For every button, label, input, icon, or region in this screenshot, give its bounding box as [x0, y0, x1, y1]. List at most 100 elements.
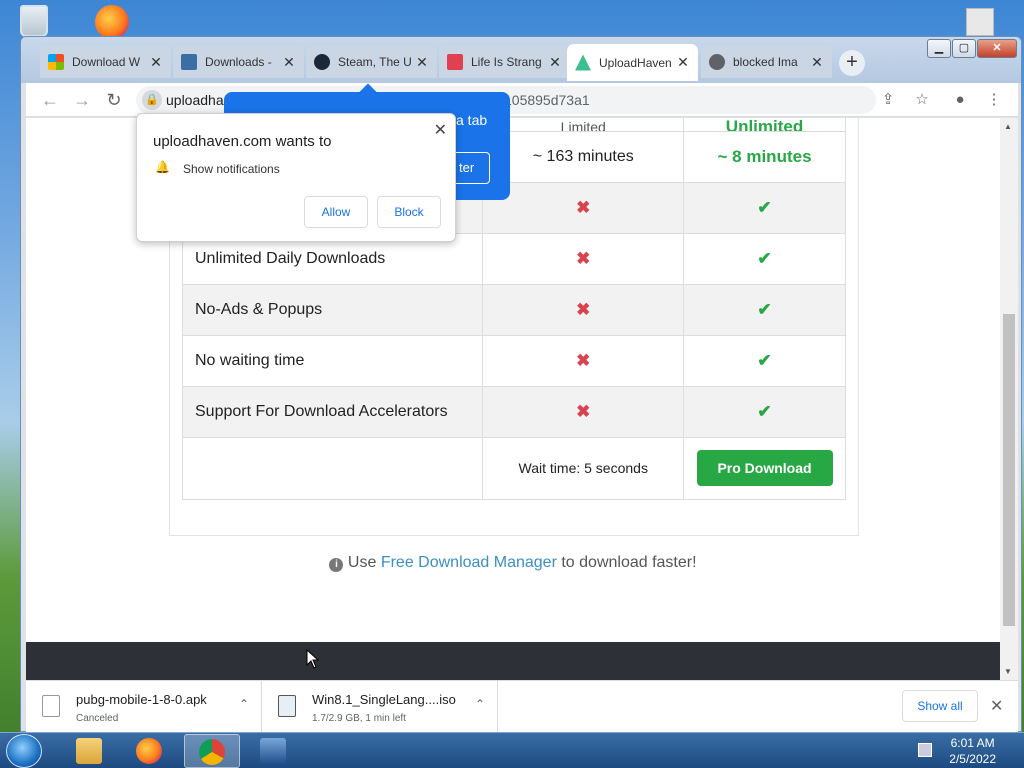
- back-icon[interactable]: ←: [38, 88, 62, 112]
- tab-close-icon[interactable]: ✕: [149, 54, 163, 71]
- tab-blocked-images[interactable]: blocked Ima ✕: [701, 46, 832, 78]
- free-download-manager-link[interactable]: Free Download Manager: [381, 554, 557, 571]
- download-item[interactable]: Win8.1_SingleLang....iso 1.7/2.9 GB, 1 m…: [262, 681, 498, 733]
- lock-icon[interactable]: 🔒: [142, 90, 162, 110]
- cross-icon: ✖: [482, 283, 685, 336]
- chevron-up-icon[interactable]: ⌃: [475, 697, 485, 711]
- pro-header-partial: Unlimited: [683, 118, 846, 132]
- chevron-up-icon[interactable]: ⌃: [239, 697, 249, 711]
- check-icon: ✔: [683, 283, 846, 336]
- page-footer: [26, 642, 1000, 680]
- taskbar-explorer[interactable]: [62, 734, 118, 768]
- clock-date: 2/5/2022: [949, 752, 996, 766]
- desktop-file-icon[interactable]: [966, 8, 994, 36]
- tab-uploadhaven[interactable]: UploadHaven ✕: [567, 44, 698, 81]
- tab-close-icon[interactable]: ✕: [415, 54, 429, 71]
- promo-text: a tab: [456, 112, 488, 128]
- network-icon[interactable]: [918, 743, 932, 757]
- close-window-button[interactable]: ✕: [977, 39, 1017, 58]
- cross-icon: ✖: [482, 385, 685, 438]
- lock-site-icon: [447, 54, 463, 70]
- tab-label: UploadHaven: [599, 55, 672, 70]
- start-button[interactable]: [6, 734, 42, 768]
- tab-downloads[interactable]: Downloads - ✕: [173, 46, 304, 78]
- download-item[interactable]: pubg-mobile-1-8-0.apk Canceled ⌃: [26, 681, 262, 733]
- free-header-partial: Limited: [482, 118, 685, 132]
- tab-life-is-strange[interactable]: Life Is Strang ✕: [439, 46, 570, 78]
- taskbar: 6:01 AM 2/5/2022: [0, 732, 1024, 768]
- taskbar-virtualbox[interactable]: [246, 734, 302, 768]
- block-button[interactable]: Block: [377, 196, 441, 228]
- free-cell: ~ 163 minutes: [482, 130, 685, 183]
- tab-steam[interactable]: Steam, The U ✕: [306, 46, 437, 78]
- dialog-title: uploadhaven.com wants to: [153, 133, 332, 150]
- clock-time: 6:01 AM: [950, 736, 995, 750]
- tab-label: Life Is Strang: [471, 55, 542, 69]
- tab-close-icon[interactable]: ✕: [810, 54, 824, 71]
- hint-suffix: to download faster!: [556, 554, 697, 571]
- browser-toolbar: ← → ↻ 🔒 uploadha 105895d73a1 ⇪ ☆ ● ⋮: [26, 83, 1018, 117]
- wait-time-text: Wait time: 5 seconds: [482, 436, 685, 500]
- taskbar-firefox[interactable]: [122, 734, 178, 768]
- tab-label: Steam, The U: [338, 55, 412, 69]
- maximize-button[interactable]: ▢: [952, 39, 976, 58]
- recycle-bin-icon[interactable]: [20, 5, 48, 37]
- tab-close-icon[interactable]: ✕: [282, 54, 296, 71]
- clock[interactable]: 6:01 AM 2/5/2022: [949, 735, 996, 767]
- vertical-scrollbar[interactable]: ▲ ▼: [1000, 118, 1018, 680]
- tab-close-icon[interactable]: ✕: [676, 54, 690, 71]
- microsoft-icon: [48, 54, 64, 70]
- globe-icon: [709, 54, 725, 70]
- virtualbox-icon: [260, 738, 286, 764]
- chrome-icon: [199, 739, 225, 765]
- url-text: uploadha: [166, 92, 224, 108]
- downloads-bar: pubg-mobile-1-8-0.apk Canceled ⌃ Win8.1_…: [26, 680, 1018, 733]
- tab-label: blocked Ima: [733, 55, 798, 69]
- show-all-button[interactable]: Show all: [902, 690, 978, 722]
- tab-close-icon[interactable]: ✕: [548, 54, 562, 71]
- file-icon: [42, 695, 60, 717]
- firefox-desktop-icon[interactable]: [95, 5, 129, 39]
- menu-icon[interactable]: ⋮: [982, 88, 1006, 112]
- download-hint: i Use Free Download Manager to download …: [26, 554, 1000, 572]
- notification-permission-dialog: uploadhaven.com wants to ✕ 🔔 Show notifi…: [136, 113, 456, 242]
- new-tab-button[interactable]: +: [839, 50, 865, 76]
- scroll-up-icon[interactable]: ▲: [1004, 122, 1012, 131]
- folder-icon: [76, 738, 102, 764]
- feature-cell: No-Ads & Popups: [181, 283, 484, 336]
- cross-icon: ✖: [482, 334, 685, 387]
- scroll-thumb[interactable]: [1003, 314, 1015, 626]
- steam-icon: [314, 54, 330, 70]
- title-bar: ▁ ▢ ✕ Download W ✕ Downloads - ✕ Steam, …: [21, 37, 1021, 83]
- hint-prefix: Use: [347, 554, 381, 571]
- download-filename: Win8.1_SingleLang....iso: [312, 692, 456, 707]
- taskbar-chrome[interactable]: [184, 734, 240, 768]
- feature-cell: No waiting time: [181, 334, 484, 387]
- reload-icon[interactable]: ↻: [102, 88, 126, 112]
- mouse-cursor-icon: [306, 649, 319, 669]
- check-icon: ✔: [683, 232, 846, 285]
- pro-download-button[interactable]: Pro Download: [696, 450, 833, 486]
- share-icon[interactable]: ⇪: [876, 88, 900, 112]
- download-status: 1.7/2.9 GB, 1 min left: [312, 713, 406, 724]
- check-icon: ✔: [683, 385, 846, 438]
- allow-button[interactable]: Allow: [304, 196, 368, 228]
- tab-label: Downloads -: [205, 55, 272, 69]
- uploadhaven-icon: [575, 54, 591, 71]
- close-icon[interactable]: ✕: [434, 120, 447, 140]
- scroll-down-icon[interactable]: ▼: [1004, 667, 1012, 676]
- profile-icon[interactable]: ●: [948, 88, 972, 112]
- close-downloads-icon[interactable]: ✕: [990, 696, 1003, 716]
- cross-icon: ✖: [482, 181, 685, 234]
- bookmark-star-icon[interactable]: ☆: [910, 88, 934, 112]
- tab-download-windows[interactable]: Download W ✕: [40, 46, 171, 78]
- iso-file-icon: [278, 695, 296, 717]
- minimize-button[interactable]: ▁: [927, 39, 951, 58]
- site-icon: [181, 54, 197, 70]
- pro-cell: ~ 8 minutes: [683, 130, 846, 183]
- forward-icon[interactable]: →: [70, 88, 94, 112]
- browser-window: ▁ ▢ ✕ Download W ✕ Downloads - ✕ Steam, …: [20, 36, 1022, 733]
- bell-icon: 🔔: [155, 160, 170, 174]
- cross-icon: ✖: [482, 232, 685, 285]
- download-filename: pubg-mobile-1-8-0.apk: [76, 692, 207, 707]
